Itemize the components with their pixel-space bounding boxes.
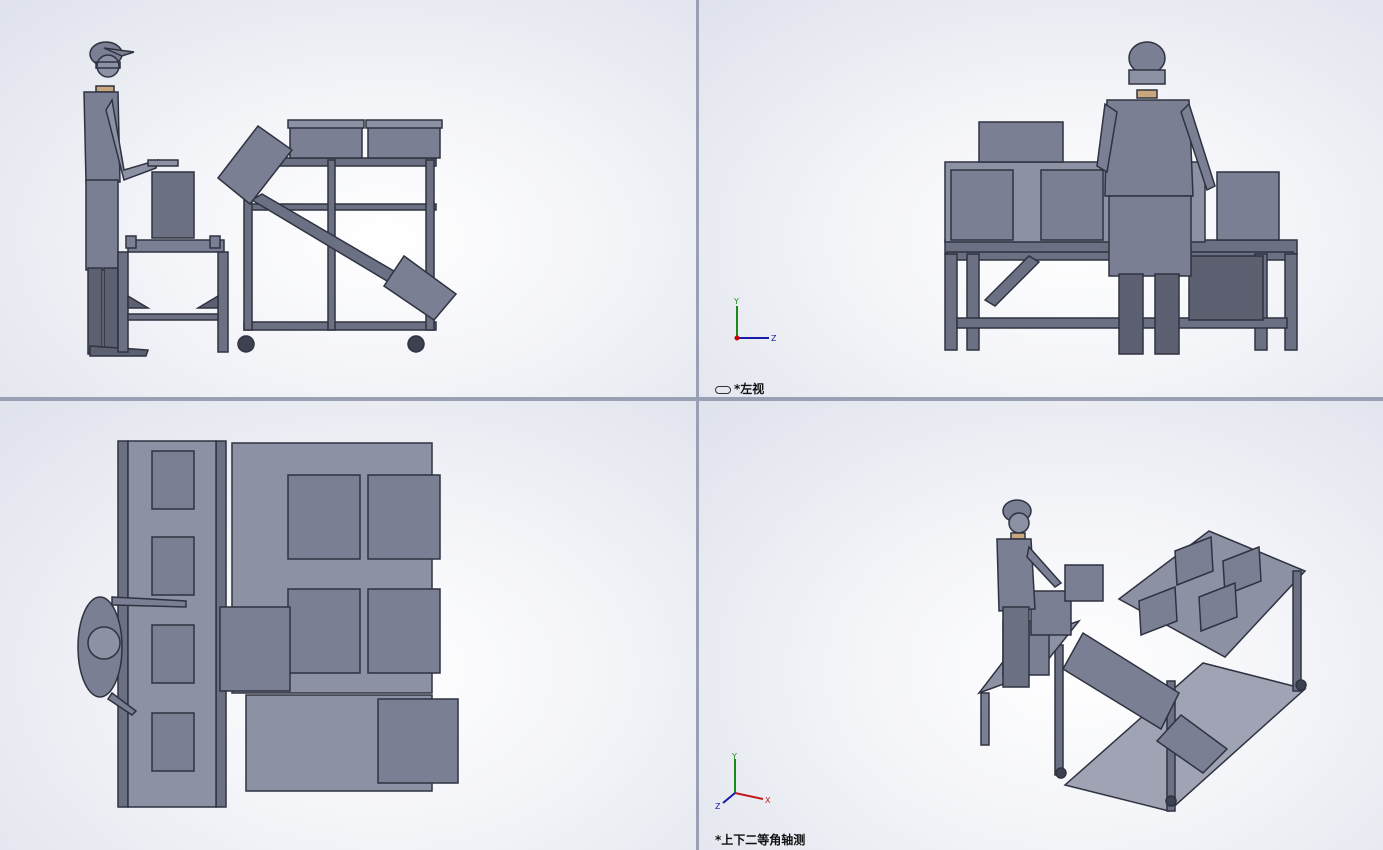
top-view-model bbox=[77, 440, 459, 808]
left-view-model bbox=[944, 41, 1298, 355]
viewport-isometric-view[interactable]: Y X Z *上下二等角轴测 bbox=[699, 401, 1383, 850]
viewport-top-view[interactable] bbox=[0, 401, 696, 850]
storage-rack bbox=[216, 119, 458, 353]
link-icon[interactable] bbox=[715, 385, 731, 394]
triad-left: Y Z bbox=[733, 297, 777, 343]
view-label-left: *左视 bbox=[715, 380, 764, 397]
triad-iso: Y X Z bbox=[715, 752, 771, 811]
rack-top bbox=[219, 442, 459, 792]
svg-text:X: X bbox=[765, 796, 771, 805]
svg-text:Z: Z bbox=[771, 334, 777, 343]
view-label-iso: *上下二等角轴测 bbox=[715, 833, 806, 847]
viewport-left-view[interactable]: Y Z *左视 bbox=[699, 0, 1383, 397]
conveyor-top bbox=[117, 440, 227, 808]
svg-text:Z: Z bbox=[715, 802, 721, 811]
front-view-model bbox=[83, 41, 458, 357]
svg-text:Y: Y bbox=[731, 752, 737, 761]
packing-station bbox=[117, 171, 229, 353]
svg-text:Y: Y bbox=[733, 297, 739, 306]
viewport-front-view[interactable] bbox=[0, 0, 696, 397]
isometric-model bbox=[976, 499, 1307, 812]
